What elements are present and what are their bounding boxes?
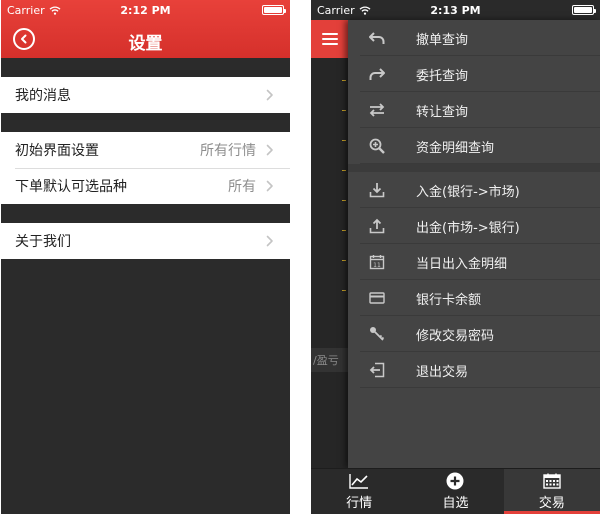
settings-screen: 设置 Carrier 2:12 PM 我的消息初始界面设置 所有行情下单默认可选品… — [1, 0, 290, 514]
battery-icon — [262, 5, 286, 15]
menu-item-label: 退出交易 — [416, 364, 469, 380]
hamburger-icon — [321, 33, 338, 45]
menu-item-label: 入金(银行->市场) — [416, 184, 520, 200]
settings-row[interactable]: 初始界面设置 所有行情 — [1, 132, 290, 168]
menu-item[interactable]: 资金明细查询 — [348, 128, 600, 164]
chevron-right-icon — [264, 144, 276, 156]
wifi-icon — [49, 5, 61, 15]
zoom-in-icon — [368, 137, 386, 155]
menu-item-label: 出金(市场->银行) — [416, 220, 520, 236]
trade-menu-screen: Carrier 2:13 PM /盈亏 撤单查询委托查询转让查询资金明细查询入金… — [311, 0, 600, 514]
transfer-arrows-icon — [368, 101, 386, 119]
tab-trade[interactable]: 交易 — [503, 469, 600, 514]
menu-item-label: 资金明细查询 — [416, 140, 495, 156]
menu-item-label: 撤单查询 — [416, 32, 469, 48]
calendar-icon: 11 — [368, 253, 386, 271]
credit-card-icon — [368, 289, 386, 307]
menu-item-label: 修改交易密码 — [416, 328, 495, 344]
menu-item[interactable]: 退出交易 — [348, 352, 600, 388]
upload-tray-icon — [368, 217, 386, 235]
menu-separator — [348, 164, 600, 172]
status-bar: Carrier 2:13 PM — [311, 0, 600, 20]
menu-item-label: 委托查询 — [416, 68, 469, 84]
svg-text:11: 11 — [373, 262, 381, 269]
status-bar: Carrier 2:12 PM — [1, 0, 290, 20]
tab-label: 自选 — [442, 496, 469, 511]
menu-item[interactable]: 委托查询 — [348, 56, 600, 92]
section-gap — [1, 204, 290, 223]
axis-tick — [342, 230, 346, 231]
axis-tick — [342, 170, 346, 171]
settings-row-value: 所有 — [228, 179, 256, 195]
wifi-icon — [359, 5, 371, 15]
tab-label: 行情 — [346, 496, 373, 511]
profit-loss-label: /盈亏 — [311, 348, 348, 372]
menu-item[interactable]: 出金(市场->银行) — [348, 208, 600, 244]
menu-item[interactable]: 入金(银行->市场) — [348, 172, 600, 208]
key-icon — [368, 325, 386, 343]
chevron-right-icon — [264, 89, 276, 101]
download-tray-icon — [368, 181, 386, 199]
menu-item[interactable]: 11 当日出入金明细 — [348, 244, 600, 280]
trade-menu-drawer: 撤单查询委托查询转让查询资金明细查询入金(银行->市场) 出金(市场->银行) 11… — [348, 20, 600, 468]
tab-watchlist[interactable]: 自选 — [407, 469, 503, 514]
axis-tick — [342, 80, 346, 81]
plus-circle-icon — [445, 472, 465, 490]
logout-icon — [368, 361, 386, 379]
settings-row[interactable]: 我的消息 — [1, 77, 290, 113]
axis-tick — [342, 200, 346, 201]
menu-item[interactable]: 修改交易密码 — [348, 316, 600, 352]
settings-row-label: 下单默认可选品种 — [15, 179, 127, 195]
menu-toggle-button[interactable] — [311, 20, 348, 58]
settings-row-value: 所有行情 — [200, 143, 256, 159]
settings-row-label: 关于我们 — [15, 234, 71, 250]
chevron-right-icon — [264, 235, 276, 247]
line-chart-icon — [349, 472, 369, 490]
chevron-right-icon — [264, 180, 276, 192]
undo-arrow-icon — [368, 29, 386, 47]
redo-arrow-icon — [368, 65, 386, 83]
tab-quotes[interactable]: 行情 — [311, 469, 407, 514]
menu-item[interactable]: 银行卡余额 — [348, 280, 600, 316]
menu-item-label: 银行卡余额 — [416, 292, 482, 308]
section-gap — [1, 113, 290, 132]
calendar-grid-icon — [542, 472, 562, 490]
battery-icon — [572, 5, 596, 15]
settings-row-label: 初始界面设置 — [15, 143, 99, 159]
background-chart-strip: /盈亏 — [311, 58, 348, 468]
menu-item-label: 当日出入金明细 — [416, 256, 508, 272]
axis-tick — [342, 260, 346, 261]
menu-item-label: 转让查询 — [416, 104, 469, 120]
menu-item[interactable]: 撤单查询 — [348, 20, 600, 56]
axis-tick — [342, 110, 346, 111]
tab-bar: 行情 自选 交易 — [311, 468, 600, 514]
settings-row[interactable]: 下单默认可选品种 所有 — [1, 168, 290, 204]
page-title: 设置 — [128, 34, 163, 54]
tab-label: 交易 — [538, 496, 565, 511]
section-gap — [1, 58, 290, 77]
axis-tick — [342, 140, 346, 141]
carrier-label: Carrier — [7, 3, 45, 17]
settings-row-label: 我的消息 — [15, 88, 71, 104]
settings-list: 我的消息初始界面设置 所有行情下单默认可选品种 所有关于我们 — [1, 58, 290, 514]
menu-item[interactable]: 转让查询 — [348, 92, 600, 128]
settings-row[interactable]: 关于我们 — [1, 223, 290, 259]
carrier-label: Carrier — [317, 3, 355, 17]
axis-tick — [342, 290, 346, 291]
